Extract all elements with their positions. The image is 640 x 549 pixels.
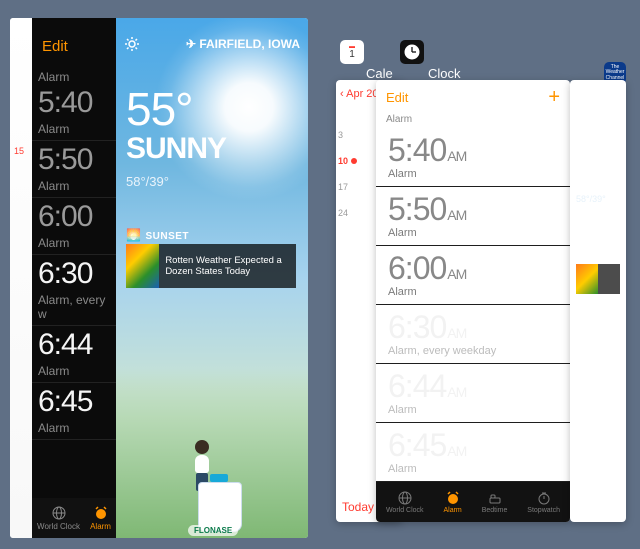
clock-app-sliver[interactable]: Edit Alarm 5:40Alarm 5:50Alarm 6:00Alarm… bbox=[32, 18, 117, 538]
calendar-app-icon[interactable]: ▬1 bbox=[340, 40, 364, 64]
edit-button[interactable]: Edit bbox=[386, 90, 408, 105]
stopwatch-icon bbox=[537, 491, 551, 505]
sunset-label: SUNSET bbox=[576, 250, 608, 259]
news-thumbnail bbox=[576, 264, 598, 294]
condition-text: SUNNY bbox=[126, 132, 226, 166]
news-card[interactable] bbox=[576, 264, 620, 294]
tab-stopwatch[interactable]: Stopwatch bbox=[527, 491, 560, 514]
flonase-bottle bbox=[198, 474, 240, 532]
news-card[interactable]: Rotten Weather Expected a Dozen States T… bbox=[126, 244, 296, 288]
alarm-list: Alarm 5:40Alarm 5:50Alarm 6:00Alarm 6:30… bbox=[32, 66, 116, 440]
alarm-icon bbox=[446, 491, 460, 505]
alarm-section-label: Alarm bbox=[386, 114, 412, 125]
temperature-value: 55° bbox=[126, 82, 193, 136]
screen-title: Alarm bbox=[459, 89, 499, 105]
tab-alarm[interactable]: Alarm bbox=[90, 506, 111, 531]
calendar-today-marker: 15 bbox=[14, 146, 24, 156]
tab-world-clock[interactable]: World Clock bbox=[386, 491, 424, 514]
alarm-row[interactable]: 5:50Alarm bbox=[32, 141, 116, 198]
news-thumbnail bbox=[126, 244, 159, 288]
flonase-logo: FLONASE bbox=[188, 525, 238, 536]
sunset-label: 🌅SUNSET bbox=[126, 228, 189, 242]
tab-world-clock[interactable]: World Clock bbox=[37, 506, 80, 531]
screenshot-pair: 15 Edit Alarm 5:40Alarm 5:50Alarm 6:00Al… bbox=[0, 0, 640, 549]
alarm-row[interactable]: 6:44AMAlarm bbox=[376, 364, 570, 423]
calendar-grid: 3 10 17 24 bbox=[338, 122, 357, 226]
hi-lo-text: 58°/39° bbox=[126, 174, 169, 189]
clock-nav-bar: Edit Alarm + bbox=[376, 80, 570, 114]
alarm-row[interactable]: 6:45Alarm bbox=[32, 383, 116, 440]
app-switcher-icons: ▬1 Cale Clock The Weather Channel bbox=[336, 40, 626, 70]
sunset-icon: 🌅 bbox=[126, 228, 141, 242]
bedtime-icon bbox=[488, 491, 502, 505]
clock-card[interactable]: Edit Alarm + Alarm 5:40AMAlarm 5:50AMAla… bbox=[376, 80, 570, 522]
alarm-row[interactable]: 6:45AMAlarm bbox=[376, 423, 570, 482]
globe-icon bbox=[52, 506, 66, 520]
calendar-today-button[interactable]: Today bbox=[342, 500, 374, 514]
alarm-section-label: Alarm bbox=[32, 70, 116, 84]
clock-tab-bar: World Clock Alarm Bedtime Stopwatch bbox=[376, 482, 570, 522]
clock-tab-bar: World Clock Alarm bbox=[32, 498, 116, 538]
weather-header: ✈ FAIRFIELD, IOWA bbox=[124, 36, 300, 52]
alarm-row[interactable]: 6:00Alarm bbox=[32, 198, 116, 255]
clock-app-label: Clock bbox=[428, 66, 461, 81]
left-screenshot: 15 Edit Alarm 5:40Alarm 5:50Alarm 6:00Al… bbox=[10, 18, 308, 538]
alarm-row[interactable]: 6:30AMAlarm, every weekday bbox=[376, 305, 570, 364]
alarm-row[interactable]: 6:30Alarm, every w bbox=[32, 255, 116, 326]
weather-app-card[interactable]: ✈ FAIRFIELD, IOWA 55° SUNNY 58°/39° 🌅SUN… bbox=[116, 18, 308, 538]
clock-app-icon[interactable] bbox=[400, 40, 424, 64]
weather-readout: 55° SUN 58°/39° bbox=[576, 140, 615, 204]
alarm-row[interactable]: 6:44Alarm bbox=[32, 326, 116, 383]
tab-bedtime[interactable]: Bedtime bbox=[482, 491, 508, 514]
alarm-row[interactable]: 5:40AMAlarm bbox=[376, 128, 570, 187]
calendar-app-label: Cale bbox=[366, 66, 393, 81]
gear-icon[interactable]: ⚙ bbox=[609, 88, 620, 102]
weather-card-small[interactable]: ⚙ 55° SUN 58°/39° SUNSET bbox=[570, 80, 626, 522]
globe-icon bbox=[398, 491, 412, 505]
location-arrow-icon: ✈ bbox=[186, 37, 199, 51]
alarm-row[interactable]: 5:40Alarm bbox=[32, 84, 116, 141]
alarm-icon bbox=[94, 506, 108, 520]
gear-icon[interactable] bbox=[124, 36, 140, 52]
alarm-list: 5:40AMAlarm 5:50AMAlarm 6:00AMAlarm 6:30… bbox=[376, 128, 570, 522]
alarm-row[interactable]: 6:00AMAlarm bbox=[376, 246, 570, 305]
news-headline: Rotten Weather Expected a Dozen States T… bbox=[165, 255, 296, 278]
tab-alarm[interactable]: Alarm bbox=[443, 491, 461, 514]
add-alarm-button[interactable]: + bbox=[548, 86, 560, 109]
alarm-row[interactable]: 5:50AMAlarm bbox=[376, 187, 570, 246]
weather-location[interactable]: ✈ FAIRFIELD, IOWA bbox=[186, 37, 300, 51]
right-screenshot: ▬1 Cale Clock The Weather Channel ‹ Apr … bbox=[336, 18, 626, 538]
edit-button[interactable]: Edit bbox=[42, 38, 68, 55]
